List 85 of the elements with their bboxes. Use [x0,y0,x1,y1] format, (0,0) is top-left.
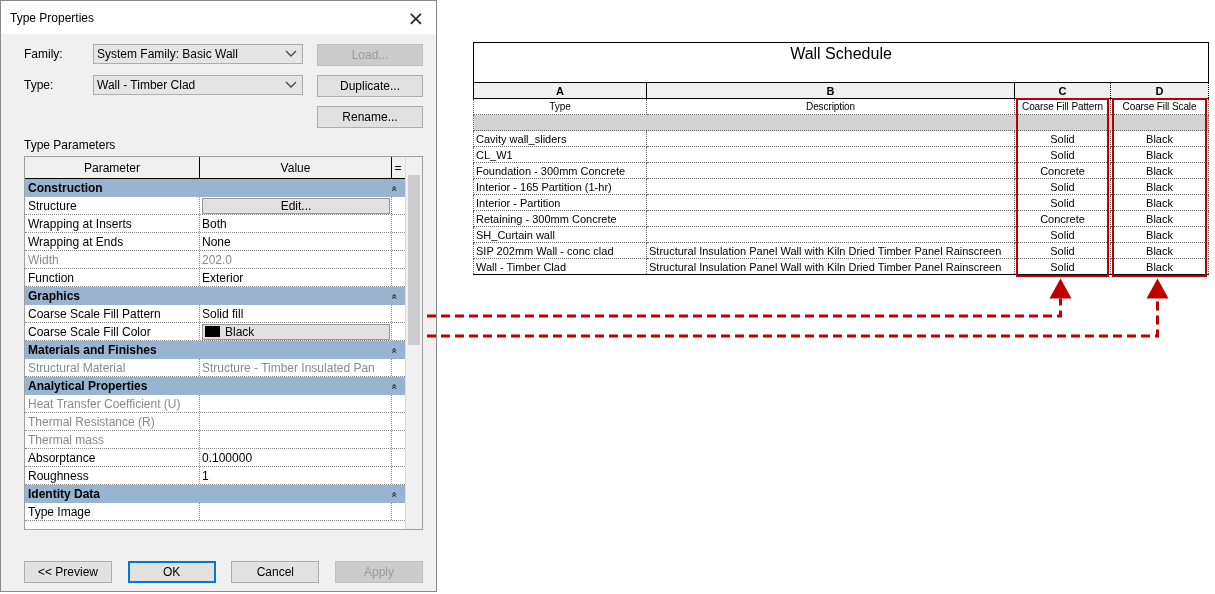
group-header[interactable]: Identity Data « [25,485,405,503]
window-title: Type Properties [10,10,95,25]
dropdown[interactable]: System Family: Basic Wall [93,44,303,64]
collapse-icon[interactable]: « [388,490,400,498]
parameter-name: Roughness [25,467,200,484]
table-cell: Concrete [1014,162,1111,179]
table-cell: Black [1110,146,1209,163]
table-cell: Black [1110,194,1209,211]
group-header[interactable]: Materials and Finishes « [25,341,405,359]
parameter-value: 202.0 [202,252,233,267]
parameter-name: Structural Material [25,359,200,376]
parameter-name: Width [25,251,200,268]
table-cell: Structural Insulation Panel Wall with Kiln Dried Timber Panel Rainscreen [646,242,1015,259]
parameter-name: Function [25,269,200,286]
table-cell: Black [1110,226,1209,243]
table-cell: Solid [1014,242,1111,259]
column-header: Value [200,157,392,178]
table-cell: Interior - 165 Partition (1-hr) [473,178,647,195]
table-cell: Black [1110,242,1209,259]
column-heading: Type [473,98,647,115]
table-cell: Solid [1014,178,1111,195]
column-header: Parameter [25,157,200,178]
parameter-name: Heat Transfer Coefficient (U) [25,395,200,412]
table-cell: Concrete [1014,210,1111,227]
chevron-down-icon [285,81,297,89]
edit-button[interactable]: Edit... [202,197,390,214]
scrollbar[interactable] [405,157,422,529]
table-cell: Wall - Timber Clad [473,258,647,275]
table-cell: Solid [1014,146,1111,163]
parameter-name: Thermal mass [25,431,200,448]
parameter-name: Coarse Scale Fill Pattern [25,305,200,322]
parameter-name: Thermal Resistance (R) [25,413,200,430]
parameter-name: Wrapping at Ends [25,233,200,250]
parameter-name: Structure [25,197,200,214]
parameter-name: Type Image [25,503,200,520]
group-header[interactable]: Analytical Properties « [25,377,405,395]
parameter-name: Coarse Scale Fill Color [25,323,200,340]
table-cell: SH_Curtain wall [473,226,647,243]
dialog-button[interactable]: Rename... [317,106,423,128]
column-heading: Description [646,98,1015,115]
table-cell: CL_W1 [473,146,647,163]
dropdown[interactable]: Wall - Timber Clad [93,75,303,95]
parameter-value: Solid fill [202,306,244,321]
table-cell: Black [1110,210,1209,227]
collapse-icon[interactable]: « [388,346,400,354]
parameter-value: Both [202,216,227,231]
color-button[interactable]: Black [202,323,390,340]
table-cell: Solid [1014,194,1111,211]
table-cell: SIP 202mm Wall - conc clad [473,242,647,259]
table-cell: Solid [1014,226,1111,243]
scroll-thumb[interactable] [408,175,420,345]
parameter-value: 0.100000 [202,450,253,465]
table-cell: Retaining - 300mm Concrete [473,210,647,227]
group-header[interactable]: Graphics « [25,287,405,305]
parameter-name: Absorptance [25,449,200,466]
field-label: Type: [24,78,55,92]
collapse-icon[interactable]: « [388,382,400,390]
table-cell: Foundation - 300mm Concrete [473,162,647,179]
dialog-button[interactable]: OK [127,561,216,583]
column-header: = [393,159,403,177]
dialog-button[interactable]: << Preview [24,561,112,583]
table-cell: Solid [1014,130,1111,147]
table-cell: Cavity wall_sliders [473,130,647,147]
table-cell: Solid [1014,258,1111,275]
table-cell: Interior - Partition [473,194,647,211]
table-cell: Black [1110,178,1209,195]
collapse-icon[interactable]: « [388,184,400,192]
dialog-button[interactable]: Duplicate... [317,75,423,97]
section-label: Type Parameters [24,138,117,152]
table-cell: Black [1110,258,1209,275]
collapse-icon[interactable]: « [388,292,400,300]
schedule-title: Wall Schedule [473,42,1209,83]
parameter-value: Structure - Timber Insulated Pan [202,360,375,375]
dialog-button[interactable]: Cancel [231,561,320,583]
parameter-name: Wrapping at Inserts [25,215,200,232]
group-header[interactable]: Construction « [25,179,405,197]
parameter-value: None [202,234,231,249]
close-button[interactable]: × [396,1,436,34]
field-label: Family: [24,47,64,61]
parameter-value: Exterior [202,270,244,285]
table-cell: Black [1110,130,1209,147]
chevron-down-icon [285,50,297,58]
table-cell: Structural Insulation Panel Wall with Kiln Dried Timber Panel Rainscreen [646,258,1015,275]
table-cell: Black [1110,162,1209,179]
parameter-value: 1 [202,468,209,483]
